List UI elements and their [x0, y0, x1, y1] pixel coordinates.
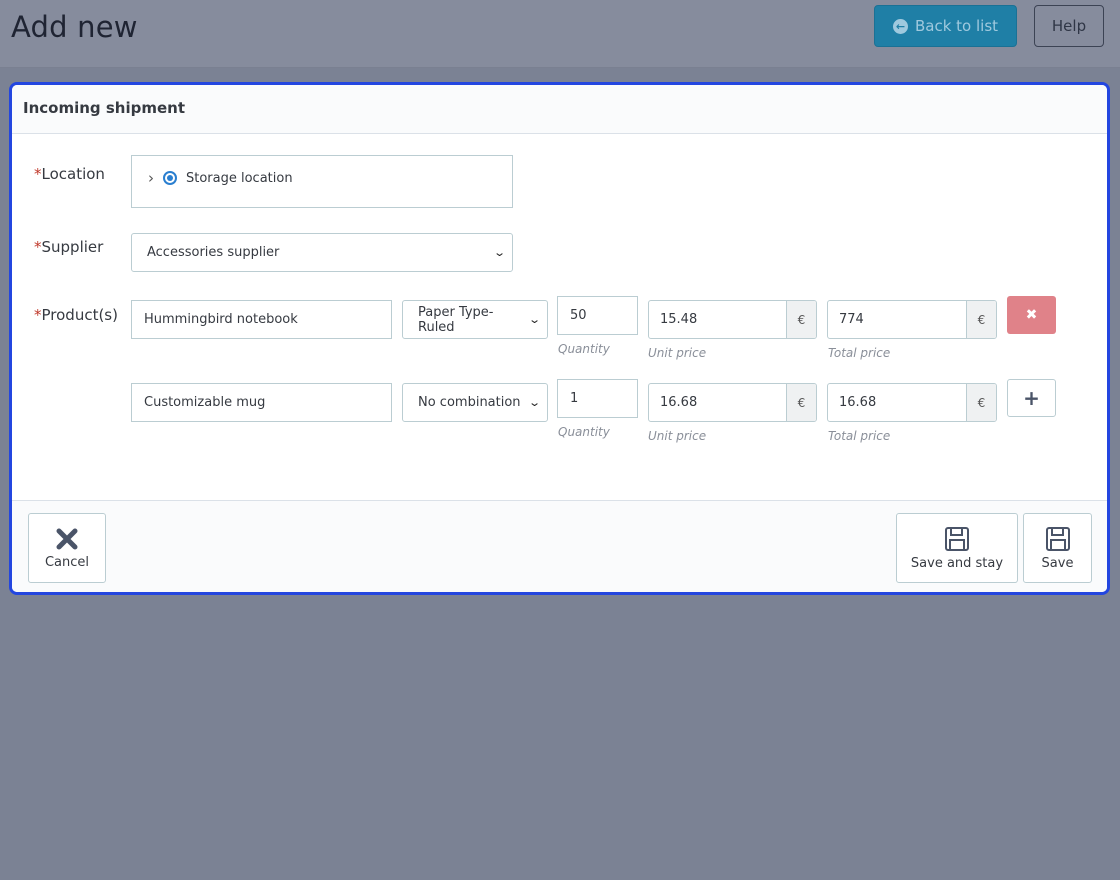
add-product-button[interactable]: + — [1007, 379, 1056, 417]
product-name-input[interactable]: Customizable mug — [131, 383, 392, 422]
plus-icon: + — [1023, 386, 1040, 410]
total-price-hint: Total price — [828, 346, 891, 360]
required-mark: * — [34, 306, 42, 324]
location-radio[interactable] — [163, 171, 177, 185]
unit-price-group: 15.48 € — [648, 300, 817, 339]
page-header: Add new ← Back to list Help — [0, 0, 1120, 68]
quantity-hint: Quantity — [558, 425, 610, 439]
panel-title: Incoming shipment — [12, 85, 1107, 134]
quantity-hint: Quantity — [558, 342, 610, 356]
required-mark: * — [34, 165, 42, 183]
save-button[interactable]: Save — [1023, 513, 1092, 583]
floppy-disk-icon — [945, 526, 969, 551]
panel-footer: Cancel Save and stay Save — [12, 500, 1107, 592]
product-combination-select[interactable]: Paper Type-Ruled ⌄ — [402, 300, 548, 339]
supplier-label: *Supplier — [34, 238, 103, 256]
quantity-input[interactable]: 50 — [557, 296, 638, 335]
help-button[interactable]: Help — [1034, 5, 1104, 47]
supplier-select-value: Accessories supplier — [147, 245, 280, 260]
location-label: *Location — [34, 165, 105, 183]
back-to-list-button[interactable]: ← Back to list — [874, 5, 1017, 47]
location-label-text: Location — [41, 165, 105, 183]
products-label-text: Product(s) — [41, 306, 118, 324]
total-price-group: 16.68 € — [827, 383, 997, 422]
chevron-down-icon: ⌄ — [527, 313, 541, 326]
unit-price-input[interactable]: 16.68 — [649, 384, 786, 421]
total-price-hint: Total price — [828, 429, 891, 443]
chevron-right-icon[interactable]: › — [148, 169, 154, 187]
location-tree: › Storage location — [131, 155, 513, 208]
product-combination-value: No combination — [418, 395, 521, 410]
cancel-label: Cancel — [44, 554, 90, 570]
required-mark: * — [34, 238, 42, 256]
product-combination-select[interactable]: No combination ⌄ — [402, 383, 548, 422]
quantity-input[interactable]: 1 — [557, 379, 638, 418]
product-combination-value: Paper Type-Ruled — [418, 304, 494, 335]
save-and-stay-label: Save and stay — [910, 555, 1004, 571]
currency-addon: € — [786, 384, 816, 421]
close-icon: ✖ — [1025, 307, 1038, 323]
page-title: Add new — [11, 10, 138, 44]
floppy-disk-icon — [1045, 526, 1070, 551]
unit-price-input[interactable]: 15.48 — [649, 301, 786, 338]
product-name-input[interactable]: Hummingbird notebook — [131, 300, 392, 339]
products-label: *Product(s) — [34, 306, 118, 324]
supplier-select[interactable]: Accessories supplier ⌄ — [131, 233, 513, 272]
supplier-label-text: Supplier — [41, 238, 104, 256]
unit-price-hint: Unit price — [648, 429, 707, 443]
chevron-down-icon: ⌄ — [527, 396, 541, 409]
location-tree-item-label[interactable]: Storage location — [186, 171, 293, 186]
arrow-left-circle-icon: ← — [892, 18, 908, 34]
cancel-button[interactable]: Cancel — [28, 513, 106, 583]
total-price-group: 774 € — [827, 300, 997, 339]
back-to-list-label: Back to list — [914, 17, 999, 35]
currency-addon: € — [966, 301, 996, 338]
total-price-input[interactable]: 16.68 — [828, 384, 966, 421]
incoming-shipment-panel: Incoming shipment *Location › Storage lo… — [9, 82, 1110, 595]
total-price-input[interactable]: 774 — [828, 301, 966, 338]
save-and-stay-button[interactable]: Save and stay — [896, 513, 1018, 583]
remove-product-button[interactable]: ✖ — [1007, 296, 1056, 334]
currency-addon: € — [786, 301, 816, 338]
unit-price-group: 16.68 € — [648, 383, 817, 422]
save-label: Save — [1041, 555, 1074, 571]
close-icon — [56, 528, 78, 549]
unit-price-hint: Unit price — [648, 346, 707, 360]
currency-addon: € — [966, 384, 996, 421]
chevron-down-icon: ⌄ — [492, 246, 506, 259]
